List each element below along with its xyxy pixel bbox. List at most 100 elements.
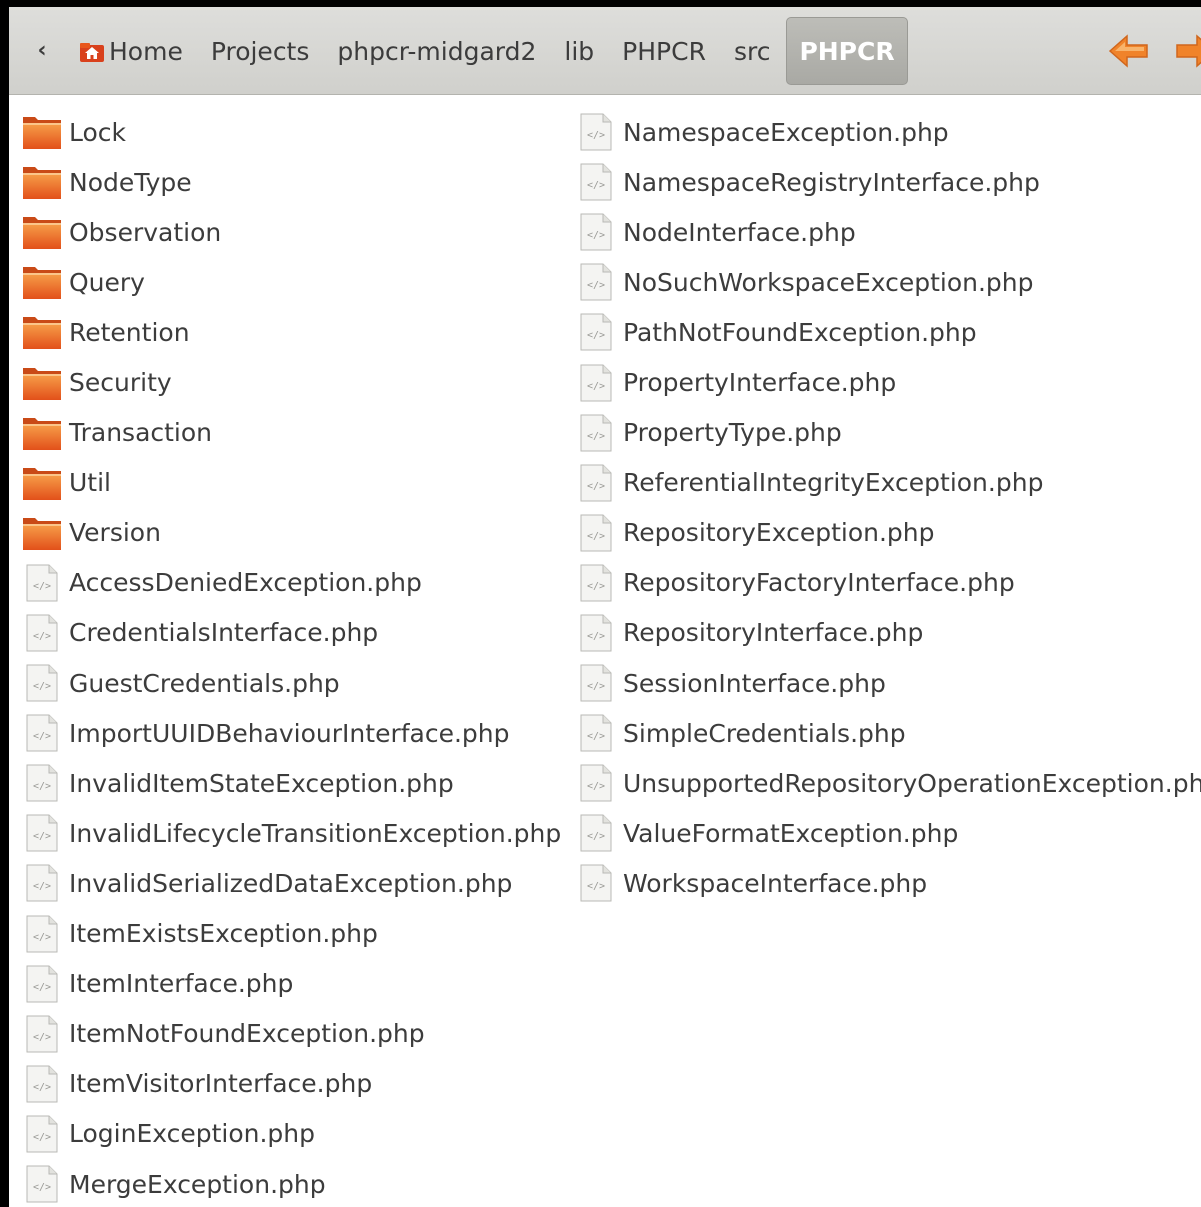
file-name: Observation [69, 217, 222, 247]
back-button[interactable]: ‹ [29, 33, 55, 67]
breadcrumb-projects[interactable]: Projects [197, 29, 324, 73]
svg-text:</>: </> [33, 581, 51, 592]
svg-text:</>: </> [587, 781, 605, 792]
folder-item-security[interactable]: Security [21, 357, 561, 407]
file-item-credentialsinterface-php[interactable]: </> CredentialsInterface.php [21, 608, 561, 658]
file-item-itemvisitorinterface-php[interactable]: </> ItemVisitorInterface.php [21, 1059, 561, 1109]
folder-item-retention[interactable]: Retention [21, 307, 561, 357]
svg-text:</>: </> [587, 431, 605, 442]
php-file-icon: </> [575, 762, 617, 804]
svg-text:</>: </> [587, 581, 605, 592]
navigation-arrows [1107, 33, 1201, 69]
file-item-mergeexception-php[interactable]: </> MergeException.php [21, 1159, 561, 1207]
php-file-icon: </> [575, 211, 617, 253]
file-name: ValueFormatException.php [623, 818, 959, 848]
file-item-namespaceexception-php[interactable]: </> NamespaceException.php [575, 107, 1201, 157]
php-file-icon: </> [575, 712, 617, 754]
file-item-nosuchworkspaceexception-php[interactable]: </> NoSuchWorkspaceException.php [575, 257, 1201, 307]
file-item-unsupportedrepositoryoperationexception-php[interactable]: </> UnsupportedRepositoryOperationExcept… [575, 758, 1201, 808]
file-name: InvalidSerializedDataException.php [69, 868, 513, 898]
svg-text:</>: </> [587, 330, 605, 341]
file-item-itemnotfoundexception-php[interactable]: </> ItemNotFoundException.php [21, 1009, 561, 1059]
file-name: NoSuchWorkspaceException.php [623, 267, 1034, 297]
breadcrumb-lib[interactable]: lib [550, 29, 608, 73]
breadcrumb-phpcr-current[interactable]: PHPCR [786, 17, 908, 85]
file-item-accessdeniedexception-php[interactable]: </> AccessDeniedException.php [21, 558, 561, 608]
folder-item-nodetype[interactable]: NodeType [21, 157, 561, 207]
svg-text:</>: </> [587, 831, 605, 842]
breadcrumb: Home Projects phpcr-midgard2 lib PHPCR s… [75, 17, 908, 85]
php-file-icon: </> [21, 1113, 63, 1155]
back-icon: ‹ [37, 37, 47, 63]
file-column-1: Lock NodeType Observation Query Retentio… [21, 107, 561, 1207]
file-item-workspaceinterface-php[interactable]: </> WorkspaceInterface.php [575, 858, 1201, 908]
php-file-icon: </> [21, 913, 63, 955]
file-item-repositoryinterface-php[interactable]: </> RepositoryInterface.php [575, 608, 1201, 658]
file-item-valueformatexception-php[interactable]: </> ValueFormatException.php [575, 808, 1201, 858]
file-name: Lock [69, 117, 127, 147]
file-name: CredentialsInterface.php [69, 618, 379, 648]
php-file-icon: </> [575, 261, 617, 303]
svg-text:</>: </> [587, 280, 605, 291]
file-item-nodeinterface-php[interactable]: </> NodeInterface.php [575, 207, 1201, 257]
file-name: PropertyType.php [623, 418, 842, 448]
php-file-icon: </> [575, 662, 617, 704]
folder-item-lock[interactable]: Lock [21, 107, 561, 157]
folder-icon [21, 211, 63, 253]
file-name: ReferentialIntegrityException.php [623, 468, 1044, 498]
php-file-icon: </> [21, 1063, 63, 1105]
file-item-referentialintegrityexception-php[interactable]: </> ReferentialIntegrityException.php [575, 458, 1201, 508]
breadcrumb-phpcr-midgard2[interactable]: phpcr-midgard2 [323, 29, 550, 73]
php-file-icon: </> [21, 1013, 63, 1055]
file-item-propertyinterface-php[interactable]: </> PropertyInterface.php [575, 357, 1201, 407]
file-name: RepositoryInterface.php [623, 618, 924, 648]
nav-forward-arrow-icon[interactable] [1173, 33, 1201, 69]
folder-icon [21, 261, 63, 303]
breadcrumb-src[interactable]: src [720, 29, 785, 73]
file-name: ItemVisitorInterface.php [69, 1069, 373, 1099]
breadcrumb-home[interactable]: Home [75, 29, 197, 73]
folder-item-util[interactable]: Util [21, 458, 561, 508]
file-item-guestcredentials-php[interactable]: </> GuestCredentials.php [21, 658, 561, 708]
file-column-2: </> NamespaceException.php </> Namespace… [575, 107, 1201, 909]
file-item-iteminterface-php[interactable]: </> ItemInterface.php [21, 959, 561, 1009]
file-item-repositoryfactoryinterface-php[interactable]: </> RepositoryFactoryInterface.php [575, 558, 1201, 608]
file-name: ImportUUIDBehaviourInterface.php [69, 718, 510, 748]
svg-text:</>: </> [33, 731, 51, 742]
file-item-namespaceregistryinterface-php[interactable]: </> NamespaceRegistryInterface.php [575, 157, 1201, 207]
file-item-simplecredentials-php[interactable]: </> SimpleCredentials.php [575, 708, 1201, 758]
file-item-itemexistsexception-php[interactable]: </> ItemExistsException.php [21, 909, 561, 959]
breadcrumb-phpcr-parent[interactable]: PHPCR [608, 29, 720, 73]
svg-text:</>: </> [33, 831, 51, 842]
file-name: RepositoryException.php [623, 518, 935, 548]
folder-item-observation[interactable]: Observation [21, 207, 561, 257]
file-name: ItemNotFoundException.php [69, 1019, 425, 1049]
nav-back-arrow-icon[interactable] [1107, 33, 1151, 69]
file-item-importuuidbehaviourinterface-php[interactable]: </> ImportUUIDBehaviourInterface.php [21, 708, 561, 758]
file-name: RepositoryFactoryInterface.php [623, 568, 1015, 598]
file-item-sessioninterface-php[interactable]: </> SessionInterface.php [575, 658, 1201, 708]
file-item-pathnotfoundexception-php[interactable]: </> PathNotFoundException.php [575, 307, 1201, 357]
svg-text:</>: </> [33, 1082, 51, 1093]
file-name: InvalidLifecycleTransitionException.php [69, 818, 562, 848]
file-name: InvalidItemStateException.php [69, 768, 454, 798]
php-file-icon: </> [21, 862, 63, 904]
file-name: ItemInterface.php [69, 969, 294, 999]
file-name: Version [69, 518, 161, 548]
php-file-icon: </> [21, 712, 63, 754]
file-item-repositoryexception-php[interactable]: </> RepositoryException.php [575, 508, 1201, 558]
file-item-propertytype-php[interactable]: </> PropertyType.php [575, 408, 1201, 458]
php-file-icon: </> [575, 412, 617, 454]
file-item-invalidlifecycletransitionexception-php[interactable]: </> InvalidLifecycleTransitionException.… [21, 808, 561, 858]
folder-item-transaction[interactable]: Transaction [21, 408, 561, 458]
php-file-icon: </> [575, 161, 617, 203]
file-item-invalidserializeddataexception-php[interactable]: </> InvalidSerializedDataException.php [21, 858, 561, 908]
folder-item-version[interactable]: Version [21, 508, 561, 558]
svg-text:</>: </> [33, 681, 51, 692]
folder-icon [21, 362, 63, 404]
folder-item-query[interactable]: Query [21, 257, 561, 307]
file-item-loginexception-php[interactable]: </> LoginException.php [21, 1109, 561, 1159]
file-item-invaliditemstateexception-php[interactable]: </> InvalidItemStateException.php [21, 758, 561, 808]
file-name: PropertyInterface.php [623, 368, 897, 398]
file-name: Query [69, 267, 145, 297]
